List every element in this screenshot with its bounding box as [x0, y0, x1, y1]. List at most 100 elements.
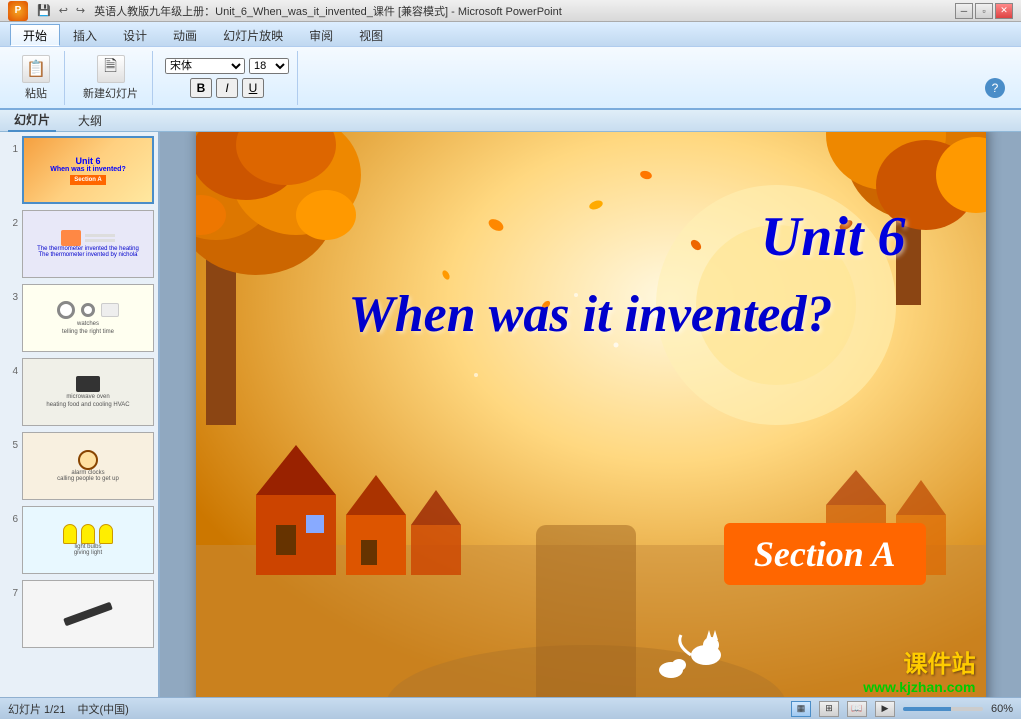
thumb4-sublabel: heating food and cooling HVAC [46, 402, 129, 408]
slide-content-area[interactable]: soft-class... Unit 6 When was it invente… [160, 132, 1021, 697]
title-bar: P 💾 ↩ ↪ 英语人教版九年级上册：Unit_6_When_was_it_in… [0, 0, 1021, 22]
watermark-chinese: 课件站 [863, 644, 975, 679]
slideshow-view-button[interactable]: ▶ [875, 701, 895, 717]
font-size-select[interactable]: 18 [249, 58, 289, 74]
theme-info: 中文(中国) [77, 701, 128, 717]
minimize-button[interactable]: ─ [955, 3, 973, 19]
thumb5-sublabel: calling people to get up [57, 476, 119, 482]
thumb5-clock-icon [78, 450, 98, 470]
slide-num-1: 1 [4, 136, 18, 155]
slide-sorter-button[interactable]: ⊞ [819, 701, 839, 717]
thumb3-label: watches [77, 321, 99, 327]
status-bar-left: 幻灯片 1/21 中文(中国) [8, 701, 129, 717]
thumb2-label2: The thermometer invented by nichola [38, 252, 137, 258]
tab-review[interactable]: 审阅 [296, 24, 346, 46]
slide-count: 幻灯片 1/21 [8, 701, 65, 717]
ribbon-group-font: 宋体 18 B I U [157, 51, 298, 105]
thumb4-label: microwave oven [66, 394, 109, 400]
ribbon: 开始 插入 设计 动画 幻灯片放映 审阅 视图 📋 粘贴 🗎 新建幻灯片 宋体 [0, 22, 1021, 110]
slide-thumb-img-2[interactable]: The thermometer invented the heating The… [22, 210, 154, 278]
office-logo: P [8, 1, 28, 21]
thumb4-oven-icon [76, 376, 100, 392]
slide-thumbnail-3[interactable]: 3 watches telling the right time [4, 284, 154, 352]
zoom-slider[interactable] [903, 707, 983, 711]
normal-view-button[interactable]: ▦ [791, 701, 811, 717]
window-title: 英语人教版九年级上册：Unit_6_When_was_it_invented_课… [94, 3, 562, 19]
tab-view[interactable]: 视图 [346, 24, 396, 46]
slide-thumbnail-7[interactable]: 7 [4, 580, 154, 648]
thumb2-row [61, 230, 115, 246]
slide-num-6: 6 [4, 506, 18, 525]
font-family-select[interactable]: 宋体 [165, 58, 245, 74]
italic-button[interactable]: I [216, 78, 238, 98]
slide-main-title: Unit 6 [761, 205, 906, 269]
slide-thumb-img-1[interactable]: Unit 6 When was it invented? Section A [22, 136, 154, 204]
slide-thumb-img-3[interactable]: watches telling the right time [22, 284, 154, 352]
new-slide-icon: 🗎 [97, 55, 125, 83]
thumbnail-panel[interactable]: 1 Unit 6 When was it invented? Section A… [0, 132, 160, 697]
bold-button[interactable]: B [190, 78, 212, 98]
slide-num-2: 2 [4, 210, 18, 229]
thumb2-lightbulb-icon [61, 230, 81, 246]
slide-thumbnail-6[interactable]: 6 light bulbs giving light [4, 506, 154, 574]
tab-animation[interactable]: 动画 [160, 24, 210, 46]
thumb6-bulb2-icon [81, 524, 95, 544]
ribbon-commands: 📋 粘贴 🗎 新建幻灯片 宋体 18 B I U [0, 46, 1021, 108]
slide-thumb-img-4[interactable]: microwave oven heating food and cooling … [22, 358, 154, 426]
status-bar-right: ▦ ⊞ 📖 ▶ 60% [791, 701, 1013, 717]
thumb7-pen-icon [63, 602, 113, 627]
watermark-url: www.kjzhan.com [863, 679, 975, 695]
thumb3-content [57, 301, 119, 319]
slide-num-4: 4 [4, 358, 18, 377]
thumb1-section: Section A [70, 175, 105, 185]
status-bar: 幻灯片 1/21 中文(中国) ▦ ⊞ 📖 ▶ 60% [0, 697, 1021, 719]
ribbon-group-clipboard: 📋 粘贴 [8, 51, 65, 105]
thumb6-bulb1-icon [63, 524, 77, 544]
svg-text:soft-class...: soft-class... [416, 697, 467, 698]
ribbon-group-slides: 🗎 新建幻灯片 [69, 51, 153, 105]
thumb3-watch2-icon [81, 303, 95, 317]
slide-thumb-img-6[interactable]: light bulbs giving light [22, 506, 154, 574]
slide-num-7: 7 [4, 580, 18, 599]
paste-label: 粘贴 [25, 85, 47, 101]
tab-insert[interactable]: 插入 [60, 24, 110, 46]
slide-thumbnail-1[interactable]: 1 Unit 6 When was it invented? Section A [4, 136, 154, 204]
slide-thumbnail-4[interactable]: 4 microwave oven heating food and coolin… [4, 358, 154, 426]
slide-main-subtitle: When was it invented? [236, 285, 946, 344]
main-slide[interactable]: soft-class... Unit 6 When was it invente… [196, 132, 986, 697]
new-slide-label: 新建幻灯片 [83, 85, 138, 101]
slide-thumbnail-5[interactable]: 5 alarm clocks calling people to get up [4, 432, 154, 500]
tab-home[interactable]: 开始 [10, 24, 60, 46]
title-bar-left: P 💾 ↩ ↪ 英语人教版九年级上册：Unit_6_When_was_it_in… [8, 1, 562, 21]
reading-view-button[interactable]: 📖 [847, 701, 867, 717]
section-badge: Section A [724, 523, 926, 585]
slide-thumb-img-7[interactable] [22, 580, 154, 648]
paste-icon: 📋 [22, 55, 50, 83]
underline-button[interactable]: U [242, 78, 264, 98]
ribbon-tabs: 开始 插入 设计 动画 幻灯片放映 审阅 视图 [0, 22, 1021, 46]
tab-slideshow[interactable]: 幻灯片放映 [210, 24, 296, 46]
zoom-level: 60% [991, 703, 1013, 715]
save-button[interactable]: 💾 [34, 3, 54, 18]
tab-slides[interactable]: 幻灯片 [8, 109, 56, 132]
paste-button[interactable]: 📋 粘贴 [16, 53, 56, 103]
tab-outline[interactable]: 大纲 [72, 110, 108, 131]
thumb1-subtitle: When was it invented? [50, 166, 125, 173]
help-icon[interactable]: ? [985, 78, 1005, 98]
title-bar-controls: ─ ▫ ✕ [955, 3, 1013, 19]
thumb3-sublabel: telling the right time [62, 329, 114, 335]
quick-access: 💾 ↩ ↪ [34, 3, 88, 18]
watermark: 课件站 www.kjzhan.com [863, 644, 975, 695]
undo-button[interactable]: ↩ [56, 3, 71, 18]
restore-button[interactable]: ▫ [975, 3, 993, 19]
slide-thumb-img-5[interactable]: alarm clocks calling people to get up [22, 432, 154, 500]
thumb1-title: Unit 6 [75, 156, 100, 166]
slide-panel-tabs: 幻灯片 大纲 [0, 110, 1021, 132]
slide-thumbnail-2[interactable]: 2 The thermometer invented the heating T… [4, 210, 154, 278]
redo-button[interactable]: ↪ [73, 3, 88, 18]
close-button[interactable]: ✕ [995, 3, 1013, 19]
slide-num-3: 3 [4, 284, 18, 303]
tab-design[interactable]: 设计 [110, 24, 160, 46]
thumb3-watch-icon [57, 301, 75, 319]
new-slide-button[interactable]: 🗎 新建幻灯片 [77, 53, 144, 103]
